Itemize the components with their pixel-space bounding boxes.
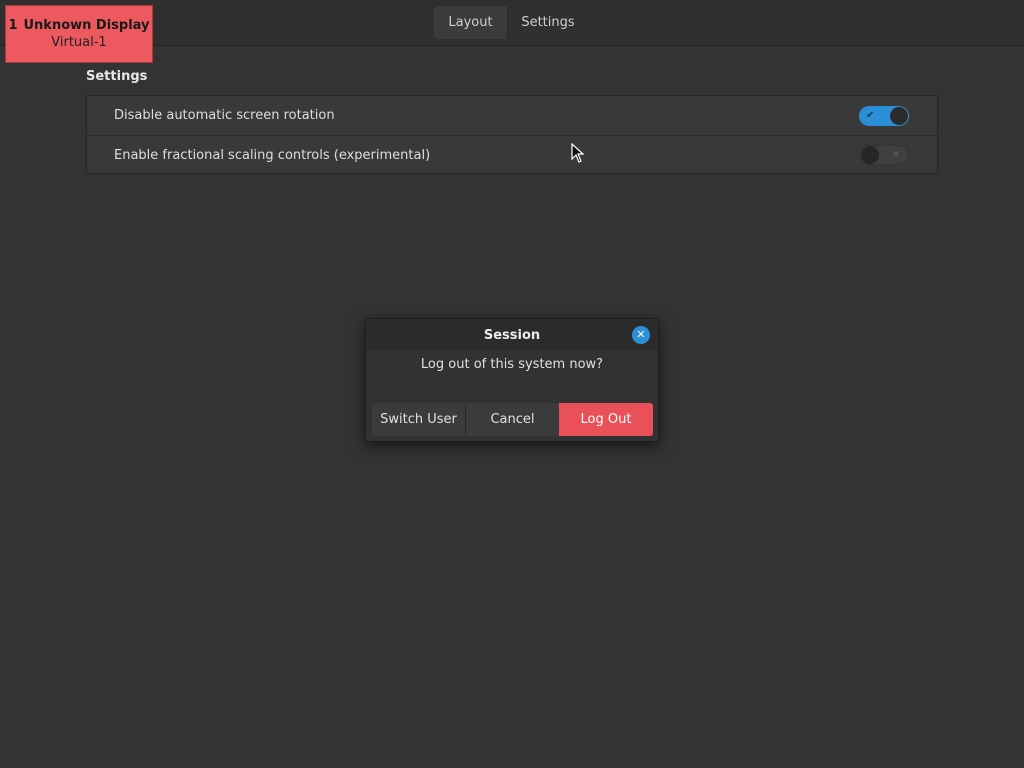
view-tabs: Layout Settings [434,6,588,39]
display-name: Unknown Display [23,18,150,33]
tab-layout[interactable]: Layout [434,6,508,39]
display-badge-title: 1 Unknown Display [8,17,149,34]
display-connector: Virtual-1 [51,35,107,50]
tab-settings[interactable]: Settings [508,6,588,39]
setting-row-fractional-scaling[interactable]: Enable fractional scaling controls (expe… [87,135,937,174]
x-icon: × [891,149,900,160]
mouse-cursor-icon [571,143,585,163]
cancel-button[interactable]: Cancel [466,403,559,436]
log-out-button[interactable]: Log Out [559,403,653,436]
dialog-buttons: Switch User Cancel Log Out [372,403,653,436]
setting-row-rotation[interactable]: Disable automatic screen rotation ✔ [87,96,937,135]
setting-label-fractional-scaling: Enable fractional scaling controls (expe… [114,147,431,163]
dialog-message: Log out of this system now? [420,357,604,372]
session-dialog: Session ✕ Log out of this system now? Sw… [365,318,659,442]
toggle-knob [861,146,879,164]
display-badge[interactable]: 1 Unknown Display Virtual-1 [5,5,153,63]
setting-label-rotation: Disable automatic screen rotation [114,108,335,123]
rotation-toggle[interactable]: ✔ [859,105,909,126]
settings-list: Disable automatic screen rotation ✔ Enab… [86,95,938,174]
top-bar: Layout Settings [0,0,1024,46]
switch-user-button[interactable]: Switch User [372,403,466,436]
dialog-title: Session [483,327,541,343]
dialog-header: Session ✕ [366,319,658,351]
checkmark-icon: ✔ [866,109,875,121]
settings-section-title: Settings [86,69,148,84]
fractional-scaling-toggle[interactable]: × [859,145,909,165]
close-icon[interactable]: ✕ [632,326,650,344]
display-number: 1 [8,18,18,33]
toggle-knob [890,106,908,125]
